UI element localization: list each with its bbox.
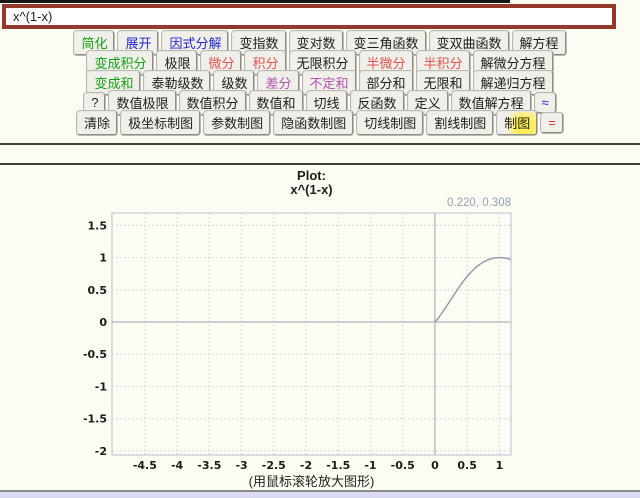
expression-input-frame	[2, 4, 616, 29]
toolbar-row: ?数值极限数值积分数值和切线反函数定义数值解方程≈	[0, 91, 640, 111]
btn-secant-plot[interactable]: 割线制图	[427, 111, 493, 135]
y-tick-label: 1.5	[88, 219, 108, 232]
btn-tangent-plot[interactable]: 切线制图	[357, 111, 423, 135]
plot-title: Plot: x^(1-x)	[112, 169, 511, 197]
divider-line	[0, 143, 640, 145]
btn-parametric-plot[interactable]: 参数制图	[204, 111, 270, 135]
btn-help[interactable]: ?	[84, 93, 105, 113]
plot-border	[112, 213, 511, 455]
y-tick-label: -1.5	[83, 413, 107, 426]
plot-title-line1: Plot:	[112, 169, 511, 183]
y-tick-label: -0.5	[83, 348, 107, 361]
app-window: 简化展开因式分解变指数变对数变三角函数变双曲函数解方程变成积分极限微分积分无限积…	[0, 0, 640, 498]
plot-canvas[interactable]: -4.5-4-3.5-3-2.5-2-1.5-1-0.500.511.510.5…	[60, 210, 520, 478]
btn-equals[interactable]: =	[541, 113, 563, 133]
y-tick-label: -2	[95, 445, 107, 458]
y-tick-label: -1	[95, 380, 107, 393]
plot-title-expression: x^(1-x)	[112, 183, 511, 197]
toolbar-row: 简化展开因式分解变指数变对数变三角函数变双曲函数解方程	[0, 31, 640, 51]
toolbar-row: 变成积分极限微分积分无限积分半微分半积分解微分方程	[0, 51, 640, 71]
bottom-strip	[0, 492, 640, 498]
cursor-coordinates: 0.220, 0.308	[112, 197, 511, 209]
btn-polar-plot[interactable]: 极坐标制图	[121, 111, 200, 135]
toolbar-row: 变成和泰勒级数级数差分不定和部分和无限和解递归方程	[0, 71, 640, 91]
btn-plot[interactable]: 制图	[497, 111, 537, 135]
y-tick-label: 0	[99, 316, 107, 329]
toolbar: 简化展开因式分解变指数变对数变三角函数变双曲函数解方程变成积分极限微分积分无限积…	[0, 31, 640, 131]
y-tick-label: 0.5	[88, 284, 108, 297]
top-strip	[0, 0, 510, 3]
btn-implicit-plot[interactable]: 隐函数制图	[274, 111, 353, 135]
toolbar-row: 清除极坐标制图参数制图隐函数制图切线制图割线制图制图=	[0, 111, 640, 131]
zoom-hint-text: (用鼠标滚轮放大图形)	[112, 471, 511, 490]
plot-panel-border	[0, 163, 640, 165]
y-tick-label: 1	[99, 252, 107, 265]
expression-input[interactable]	[6, 8, 619, 25]
btn-approximate[interactable]: ≈	[535, 93, 556, 113]
btn-clear[interactable]: 清除	[77, 111, 117, 135]
